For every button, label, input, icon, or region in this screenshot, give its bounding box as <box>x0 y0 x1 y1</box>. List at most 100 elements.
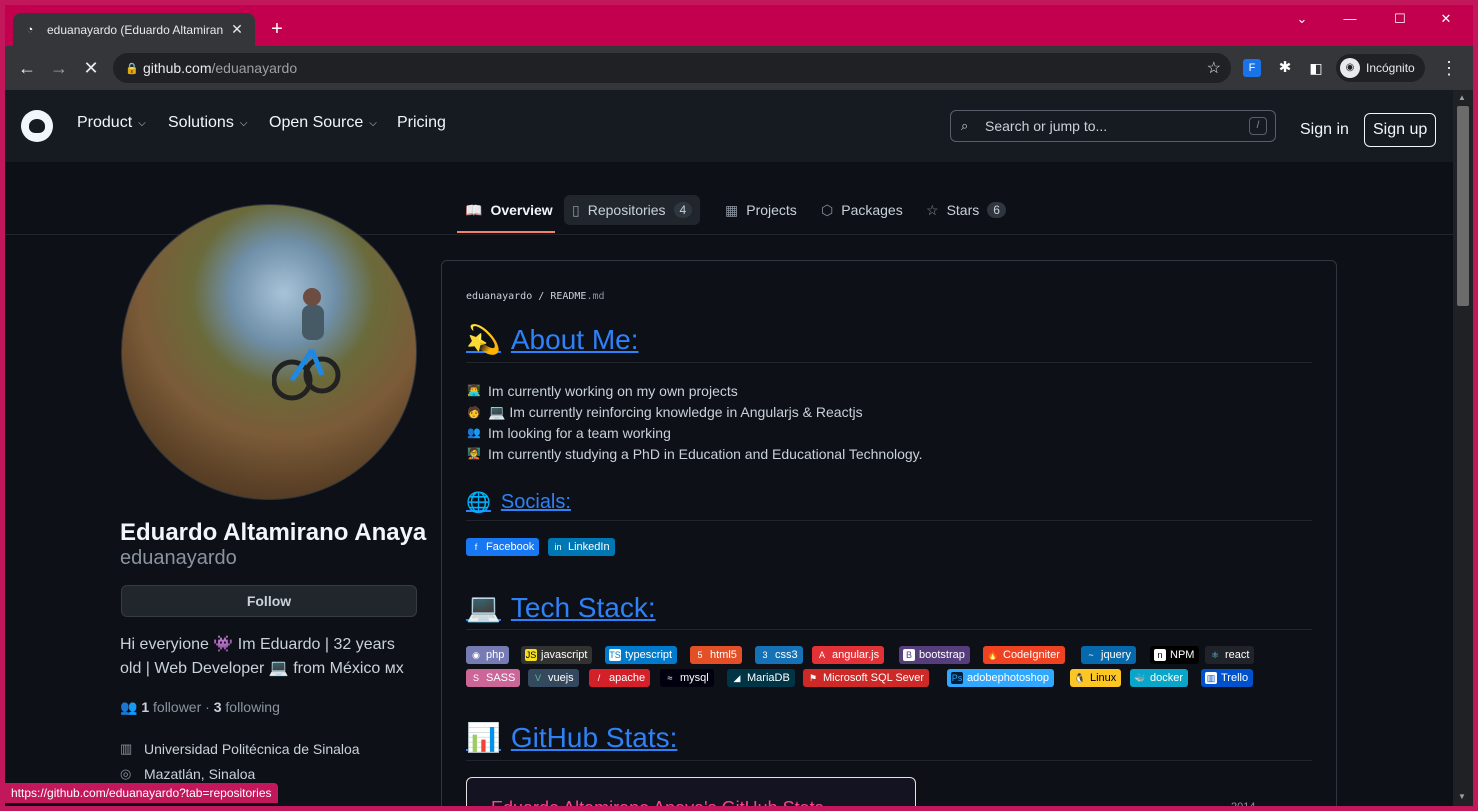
extension-icon[interactable]: F <box>1243 59 1261 77</box>
sign-in-link[interactable]: Sign in <box>1300 121 1349 139</box>
whale-icon: 🐳 <box>1134 673 1146 683</box>
following-link[interactable]: 3 following <box>214 699 280 715</box>
book-icon: 📖 <box>465 201 483 218</box>
profile-readme: eduanayardo / README.md 💫 About Me: 👨‍💻 Im… <box>441 260 1337 806</box>
close-tab-icon[interactable]: ✕ <box>229 21 245 38</box>
loading-icon: ◔ <box>26 23 34 36</box>
active-tab-underline <box>457 231 555 233</box>
technologist-icon: 👨‍💻 <box>467 385 481 397</box>
puzzle-icon[interactable]: ✱ <box>1276 59 1294 77</box>
profile-full-name: Eduardo Altamirano Anaya <box>120 519 427 546</box>
github-header: Product ⌵ Solutions ⌵ Open Source ⌵ Pricing… <box>5 90 1453 162</box>
photoshop-badge: Ps adobephotoshop <box>947 669 1054 687</box>
feather-icon: / <box>597 673 601 683</box>
chevron-down-icon: ⌵ <box>239 117 248 129</box>
forward-icon[interactable]: → <box>47 56 71 80</box>
linkedin-icon: in <box>554 542 562 552</box>
status-bar-url: https://github.com/eduanayardo?tab=repos… <box>5 783 278 803</box>
nav-pricing[interactable]: Pricing <box>397 114 446 132</box>
close-window-icon[interactable]: ✕ <box>1431 11 1461 27</box>
apache-badge: / apache <box>589 669 651 687</box>
tux-icon: 🐧 <box>1074 673 1086 683</box>
package-icon: ⬡ <box>821 201 834 218</box>
new-tab-button[interactable]: + <box>265 17 289 41</box>
vertical-scrollbar[interactable]: ▲ ▼ <box>1453 90 1473 806</box>
codeigniter-badge: 🔥 CodeIgniter <box>983 646 1065 664</box>
avatar[interactable] <box>121 204 417 500</box>
divider <box>466 760 1312 761</box>
linkedin-badge[interactable]: in LinkedIn <box>548 538 615 556</box>
browser-toolbar: ← → ✕ 🔒 github.com/eduanayardo ☆ F ✱ ◧ ◉… <box>5 46 1473 90</box>
css3-icon: 3 <box>762 650 768 660</box>
search-shortcut-key: / <box>1249 117 1267 135</box>
readme-user-link[interactable]: eduanayardo <box>466 291 532 302</box>
vue-icon: V <box>534 673 541 683</box>
tab-overview[interactable]: 📖 Overview <box>457 195 561 225</box>
nav-product[interactable]: Product ⌵ <box>77 114 146 132</box>
follow-button[interactable]: Follow <box>121 585 417 617</box>
github-logo-icon[interactable] <box>21 110 53 142</box>
followers-link[interactable]: 1 follower <box>141 699 201 715</box>
stop-loading-icon[interactable]: ✕ <box>79 56 103 80</box>
maximize-icon[interactable]: ☐ <box>1385 11 1415 27</box>
repo-count-badge: 4 <box>673 202 693 218</box>
back-icon[interactable]: ← <box>15 56 39 80</box>
tab-stars[interactable]: ☆ Stars 6 <box>918 195 1014 225</box>
side-panel-icon[interactable]: ◧ <box>1307 59 1325 77</box>
mysql-badge: ≈ mysql <box>660 669 714 687</box>
nav-solutions[interactable]: Solutions ⌵ <box>168 114 247 132</box>
nav-open-source[interactable]: Open Source ⌵ <box>269 114 377 132</box>
sass-badge: S SASS <box>466 669 521 687</box>
flame-icon: 🔥 <box>987 650 999 660</box>
tab-title: eduanayardo (Eduardo Altamiran <box>47 22 224 37</box>
about-me-heading[interactable]: 💫 About Me: <box>466 323 639 356</box>
chevron-down-icon: ⌵ <box>369 117 377 129</box>
react-badge: ⚛ react <box>1205 646 1255 664</box>
facebook-badge[interactable]: f Facebook <box>466 538 540 556</box>
tech-stack-heading[interactable]: 💻 Tech Stack: <box>466 591 656 624</box>
bookmark-star-icon[interactable]: ☆ <box>1207 58 1221 78</box>
bar-chart-icon: 📊 <box>466 722 501 753</box>
incognito-badge[interactable]: ◉ Incógnito <box>1336 54 1425 82</box>
teacher-icon: 🧑‍🏫 <box>467 448 481 460</box>
github-stats-heading[interactable]: 📊 GitHub Stats: <box>466 721 677 754</box>
scroll-down-icon[interactable]: ▼ <box>1458 792 1466 801</box>
lock-icon: 🔒 <box>125 62 139 75</box>
address-bar[interactable]: 🔒 github.com/eduanayardo ☆ <box>113 53 1231 83</box>
minimize-icon[interactable]: — <box>1335 11 1365 26</box>
readme-path: eduanayardo / README.md <box>466 291 605 302</box>
menu-kebab-icon[interactable]: ⋮ <box>1437 56 1461 80</box>
globe-icon: 🌐 <box>466 492 491 514</box>
scroll-up-icon[interactable]: ▲ <box>1458 93 1466 102</box>
sign-up-button[interactable]: Sign up <box>1364 113 1437 147</box>
mssql-badge: ⚑ Microsoft SQL Sever <box>803 669 930 687</box>
people-icon: 👥 <box>120 699 138 715</box>
linux-badge: 🐧 Linux <box>1070 669 1122 687</box>
search-input[interactable]: ⌕ Search or jump to... / <box>950 110 1276 142</box>
php-icon: ◉ <box>472 650 480 660</box>
css3-badge: 3 css3 <box>755 646 803 664</box>
tab-projects[interactable]: ▦ Projects <box>717 195 805 225</box>
about-line: 👨‍💻 Im currently working on my own projec… <box>467 383 738 399</box>
scrollbar-thumb[interactable] <box>1457 106 1469 306</box>
about-line: 🧑 💻 Im currently reinforcing knowledge in… <box>467 404 863 420</box>
socials-heading[interactable]: 🌐 Socials: <box>466 490 571 515</box>
dolphin-icon: ≈ <box>667 673 673 683</box>
profile-username: eduanayardo <box>120 547 237 569</box>
trello-badge: ▥ Trello <box>1201 669 1254 687</box>
person-icon: 🧑 <box>467 406 481 419</box>
tab-packages[interactable]: ⬡ Packages <box>813 195 911 225</box>
about-line: 🧑‍🏫 Im currently studying a PhD in Educat… <box>467 446 923 462</box>
react-atom-icon: ⚛ <box>1210 650 1220 660</box>
tab-search-icon[interactable]: ⌄ <box>1287 11 1317 27</box>
building-icon: ▥ <box>120 741 133 756</box>
tab-repositories[interactable]: ▯ Repositories 4 <box>564 195 701 225</box>
team-icon: 👥 <box>467 427 481 439</box>
about-line: 👥 Im looking for a team working <box>467 425 671 441</box>
seal-icon: ◢ <box>733 673 741 683</box>
dizzy-icon: 💫 <box>466 324 501 355</box>
jquery-icon: ~ <box>1088 650 1094 660</box>
repo-icon: ▯ <box>572 201 580 218</box>
browser-tab[interactable]: ◔ eduanayardo (Eduardo Altamiran ✕ <box>13 13 255 46</box>
search-placeholder: Search or jump to... <box>985 118 1108 134</box>
